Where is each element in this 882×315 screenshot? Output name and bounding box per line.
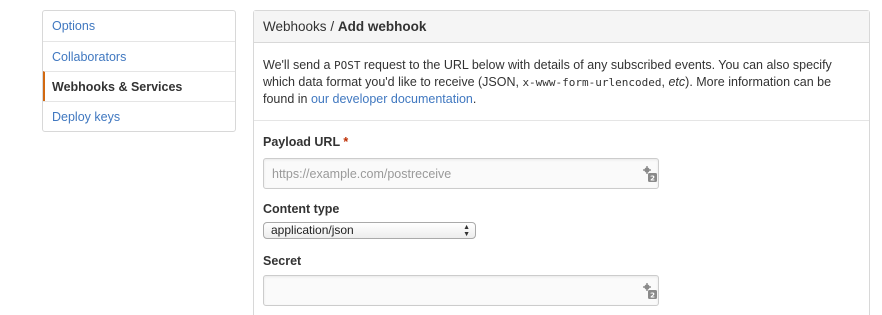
intro-text: We'll send a [263, 58, 334, 72]
secret-label: Secret [263, 254, 302, 268]
sidebar-item-webhooks-services[interactable]: Webhooks & Services [43, 71, 235, 101]
intro-em-etc: etc [668, 75, 686, 89]
content-type-group: Content type application/json ▲ ▼ [263, 202, 860, 239]
intro-code-post: POST [333, 59, 361, 72]
secret-group: Secret 2 [263, 254, 860, 306]
sidebar-item-deploy-keys[interactable]: Deploy keys [43, 101, 235, 131]
password-manager-key-icon[interactable]: 2 [642, 282, 658, 300]
breadcrumb: Webhooks / Add webhook [254, 11, 869, 43]
content-type-label: Content type [263, 202, 340, 216]
breadcrumb-separator: / [330, 19, 335, 34]
payload-url-group: Payload URL * 2 [263, 135, 860, 189]
content-type-select[interactable]: application/json ▲ ▼ [263, 222, 476, 239]
secret-field: 2 [263, 275, 659, 306]
svg-text:2: 2 [650, 175, 655, 183]
svg-text:2: 2 [650, 292, 655, 300]
secret-input[interactable] [264, 276, 624, 305]
payload-url-field: 2 [263, 158, 659, 189]
developer-documentation-link[interactable]: our developer documentation [311, 92, 473, 106]
password-manager-key-icon[interactable]: 2 [642, 165, 658, 183]
page-title: Add webhook [337, 19, 427, 34]
content-type-selected-value: application/json [271, 223, 354, 237]
add-webhook-panel: Webhooks / Add webhook We'll send a POST… [253, 10, 870, 315]
sidebar-item-collaborators[interactable]: Collaborators [43, 41, 235, 71]
settings-sidebar-menu: Options Collaborators Webhooks & Service… [42, 10, 236, 132]
webhook-form: Payload URL * 2 Content type [254, 135, 869, 306]
payload-url-input[interactable] [264, 159, 624, 188]
intro-code-urlencoded: x-www-form-urlencoded [522, 76, 662, 89]
intro-text: . [472, 92, 477, 106]
breadcrumb-webhooks-link[interactable]: Webhooks [263, 19, 327, 34]
payload-url-label: Payload URL * [263, 135, 349, 149]
sidebar-item-options[interactable]: Options [43, 11, 235, 41]
intro-description: We'll send a POST request to the URL bel… [254, 43, 869, 121]
required-asterisk: * [343, 135, 349, 149]
select-updown-arrows-icon: ▲ ▼ [463, 224, 470, 238]
